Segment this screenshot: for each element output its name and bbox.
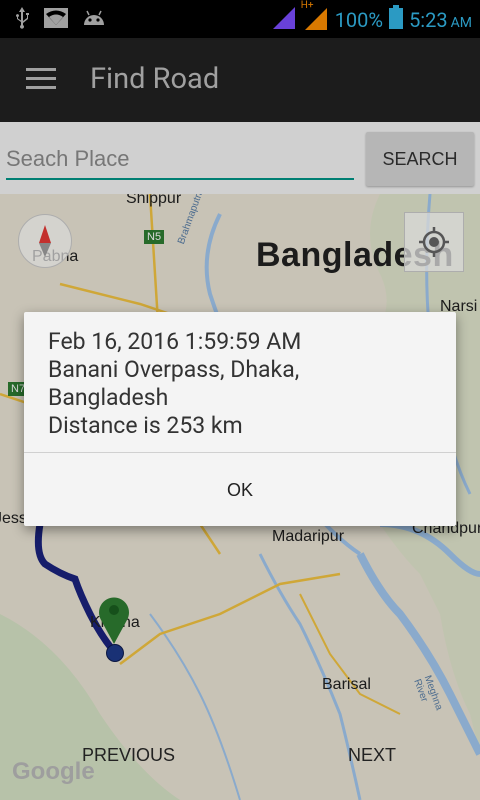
dialog-divider <box>24 452 456 453</box>
dialog-address-line2: Bangladesh <box>48 384 169 411</box>
dialog-timestamp: Feb 16, 2016 1:59:59 AM <box>48 328 302 355</box>
dialog-message: Feb 16, 2016 1:59:59 AM Banani Overpass,… <box>48 328 438 440</box>
next-button[interactable]: NEXT <box>342 744 402 767</box>
info-dialog: Feb 16, 2016 1:59:59 AM Banani Overpass,… <box>24 312 456 526</box>
ok-button[interactable]: OK <box>24 454 456 526</box>
dialog-distance: Distance is 253 km <box>48 412 243 439</box>
previous-button[interactable]: PREVIOUS <box>76 744 181 767</box>
dialog-address-line1: Banani Overpass, Dhaka, <box>48 356 300 383</box>
